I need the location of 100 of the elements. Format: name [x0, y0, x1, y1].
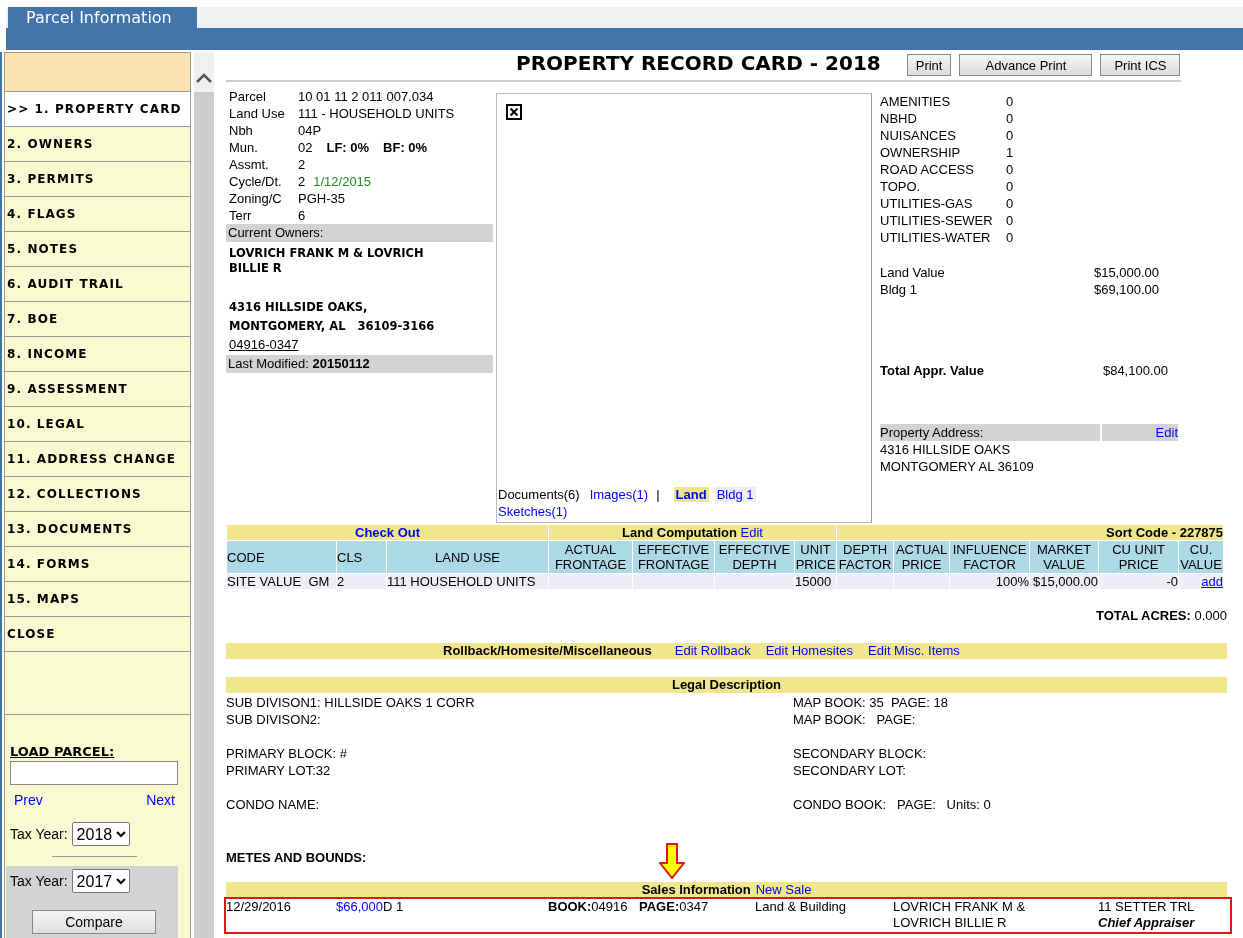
sidebar-item[interactable]: 3. PERMITS	[5, 162, 190, 197]
sidebar-item[interactable]: 15. MAPS	[5, 582, 190, 617]
attribute-name: UTILITIES-SEWER	[880, 212, 994, 229]
sidebar-item[interactable]: 6. AUDIT TRAIL	[5, 267, 190, 302]
edit-link[interactable]: Edit Misc. Items	[868, 643, 960, 659]
sidebar-item[interactable]: 12. COLLECTIONS	[5, 477, 190, 512]
legal-line: MAP BOOK: PAGE:	[793, 711, 917, 728]
deed-type: D 1	[383, 899, 404, 914]
field-label: Cycle/Dt.	[229, 173, 283, 190]
value-label: Bldg 1	[880, 281, 918, 298]
parcel-input[interactable]	[10, 761, 178, 785]
last-modified-label: Last Modified:	[228, 356, 310, 371]
column-header: DEPTH FACTOR	[836, 540, 894, 574]
field-label: Terr	[229, 207, 253, 224]
attribute-name: UTILITIES-WATER	[880, 229, 992, 246]
sidebar-item[interactable]: 8. INCOME	[5, 337, 190, 372]
down-arrow-icon	[659, 843, 685, 879]
grantor-names: LOVRICH FRANK M & LOVRICH BILLIE R	[893, 899, 1027, 931]
total-label: Total Appr. Value	[880, 362, 986, 379]
sidebar-item[interactable]: 7. BOE	[5, 302, 190, 337]
media-tab[interactable]: Land	[673, 487, 709, 502]
print-button[interactable]: Advance Print	[959, 54, 1093, 76]
legal-line: PRIMARY BLOCK: #	[226, 745, 348, 762]
legal-line: SECONDARY BLOCK:	[793, 745, 928, 762]
sale-date: 12/29/2016	[226, 899, 293, 916]
total-acres-label: TOTAL ACRES:	[1096, 608, 1192, 623]
book-number: BOOK:04916	[548, 899, 629, 916]
section-header: Current Owners:	[226, 224, 493, 242]
deed-link[interactable]: 04916-0347	[229, 336, 299, 353]
check-out-link[interactable]: Check Out	[226, 524, 549, 541]
field-value: 2	[298, 174, 306, 189]
value-label: Land Value	[880, 264, 946, 281]
sidebar-item[interactable]: 10. LEGAL	[5, 407, 190, 442]
address-line: MONTGOMERY AL 36109	[880, 458, 1035, 475]
column-header: ACTUAL PRICE	[893, 540, 950, 574]
edit-link[interactable]: Edit Homesites	[765, 643, 854, 659]
attribute-name: ROAD ACCESS	[880, 161, 975, 178]
field-value: 04P	[298, 123, 322, 138]
broken-image-icon	[506, 104, 522, 120]
attribute-value: 1	[1006, 144, 1015, 161]
field-label: Assmt.	[229, 156, 270, 173]
edit-link[interactable]: Edit	[1102, 424, 1178, 441]
attribute-value: 0	[1006, 161, 1015, 178]
attribute-name: OWNERSHIP	[880, 144, 962, 161]
section-title: Sales Information	[641, 882, 751, 897]
value-amount: $69,100.00	[1093, 281, 1159, 298]
last-modified-value: 20150112	[312, 356, 370, 371]
metes-and-bounds-label: METES AND BOUNDS:	[226, 849, 368, 866]
tab[interactable]: Parcel Information	[8, 7, 197, 28]
tax-year-select[interactable]: 2018	[71, 822, 130, 846]
owner-address: 4316 HILLSIDE OAKS, MONTGOMERY, AL 36109-3166	[229, 299, 436, 335]
legal-line: SECONDARY LOT:	[793, 762, 907, 779]
sidebar-item[interactable]: >> 1. PROPERTY CARD	[5, 92, 190, 127]
sidebar-item[interactable]: 14. FORMS	[5, 547, 190, 582]
field-value: BF: 0%	[383, 140, 428, 155]
attribute-name: NBHD	[880, 110, 918, 127]
new-sale-link[interactable]: New Sale	[755, 882, 812, 897]
column-header: MARKET VALUE	[1029, 540, 1099, 574]
sidebar-item[interactable]: 5. NOTES	[5, 232, 190, 267]
field-label: Mun.	[229, 139, 259, 156]
documents-label: Documents(6)	[498, 487, 580, 502]
field-label: Nbh	[229, 122, 254, 139]
column-header: EFFECTIVE FRONTAGE	[632, 540, 715, 574]
column-header: ACTUAL FRONTAGE	[548, 540, 633, 574]
separator: |	[656, 487, 660, 502]
sidebar-item[interactable]: 13. DOCUMENTS	[5, 512, 190, 547]
scroll-up-icon[interactable]	[196, 73, 212, 83]
attribute-name: TOPO.	[880, 178, 922, 195]
edit-link[interactable]: Edit	[740, 525, 763, 540]
attribute-name: AMENITIES	[880, 93, 952, 110]
legal-line: CONDO BOOK: PAGE: Units: 0	[793, 796, 992, 813]
prev-link[interactable]: Prev	[14, 792, 43, 808]
column-header: LAND USE	[386, 540, 549, 574]
load-parcel-label: LOAD PARCEL:	[10, 744, 115, 759]
media-tab[interactable]: Bldg 1	[714, 487, 756, 502]
sidebar-item[interactable]: 11. ADDRESS CHANGE	[5, 442, 190, 477]
sidebar-item[interactable]: CLOSE	[5, 617, 190, 652]
edit-link[interactable]: Edit Rollback	[674, 643, 751, 659]
next-link[interactable]: Next	[146, 792, 175, 808]
sidebar-item[interactable]: 2. OWNERS	[5, 127, 190, 162]
compare-button[interactable]: Compare	[32, 910, 156, 934]
legal-line: SUB DIVISON1: HILLSIDE OAKS 1 CORR	[226, 694, 476, 711]
total-acres-value: 0.000	[1194, 608, 1227, 623]
sidebar-item[interactable]: 9. ASSESSMENT	[5, 372, 190, 407]
total-amount: $84,100.00	[1102, 362, 1168, 379]
attribute-name: UTILITIES-GAS	[880, 195, 974, 212]
section-title: Rollback/Homesite/Miscellaneous	[443, 643, 652, 659]
sketches-link[interactable]: Sketches(1)	[498, 504, 568, 519]
attribute-value: 0	[1006, 178, 1015, 195]
legal-line: CONDO NAME:	[226, 796, 321, 813]
field-label: Parcel	[229, 88, 267, 105]
tax-year-select[interactable]: 2017	[71, 869, 130, 893]
print-button[interactable]: Print	[906, 54, 952, 76]
page-title: PROPERTY RECORD CARD - 2018	[516, 50, 881, 76]
print-button[interactable]: Print ICS	[1100, 54, 1181, 76]
sidebar-item[interactable]: 4. FLAGS	[5, 197, 190, 232]
images-link[interactable]: Images(1)	[589, 487, 649, 502]
property-address-header: Property Address:	[880, 424, 1100, 441]
attribute-value: 0	[1006, 212, 1015, 229]
sale-price-link[interactable]: $66,000	[336, 899, 383, 914]
